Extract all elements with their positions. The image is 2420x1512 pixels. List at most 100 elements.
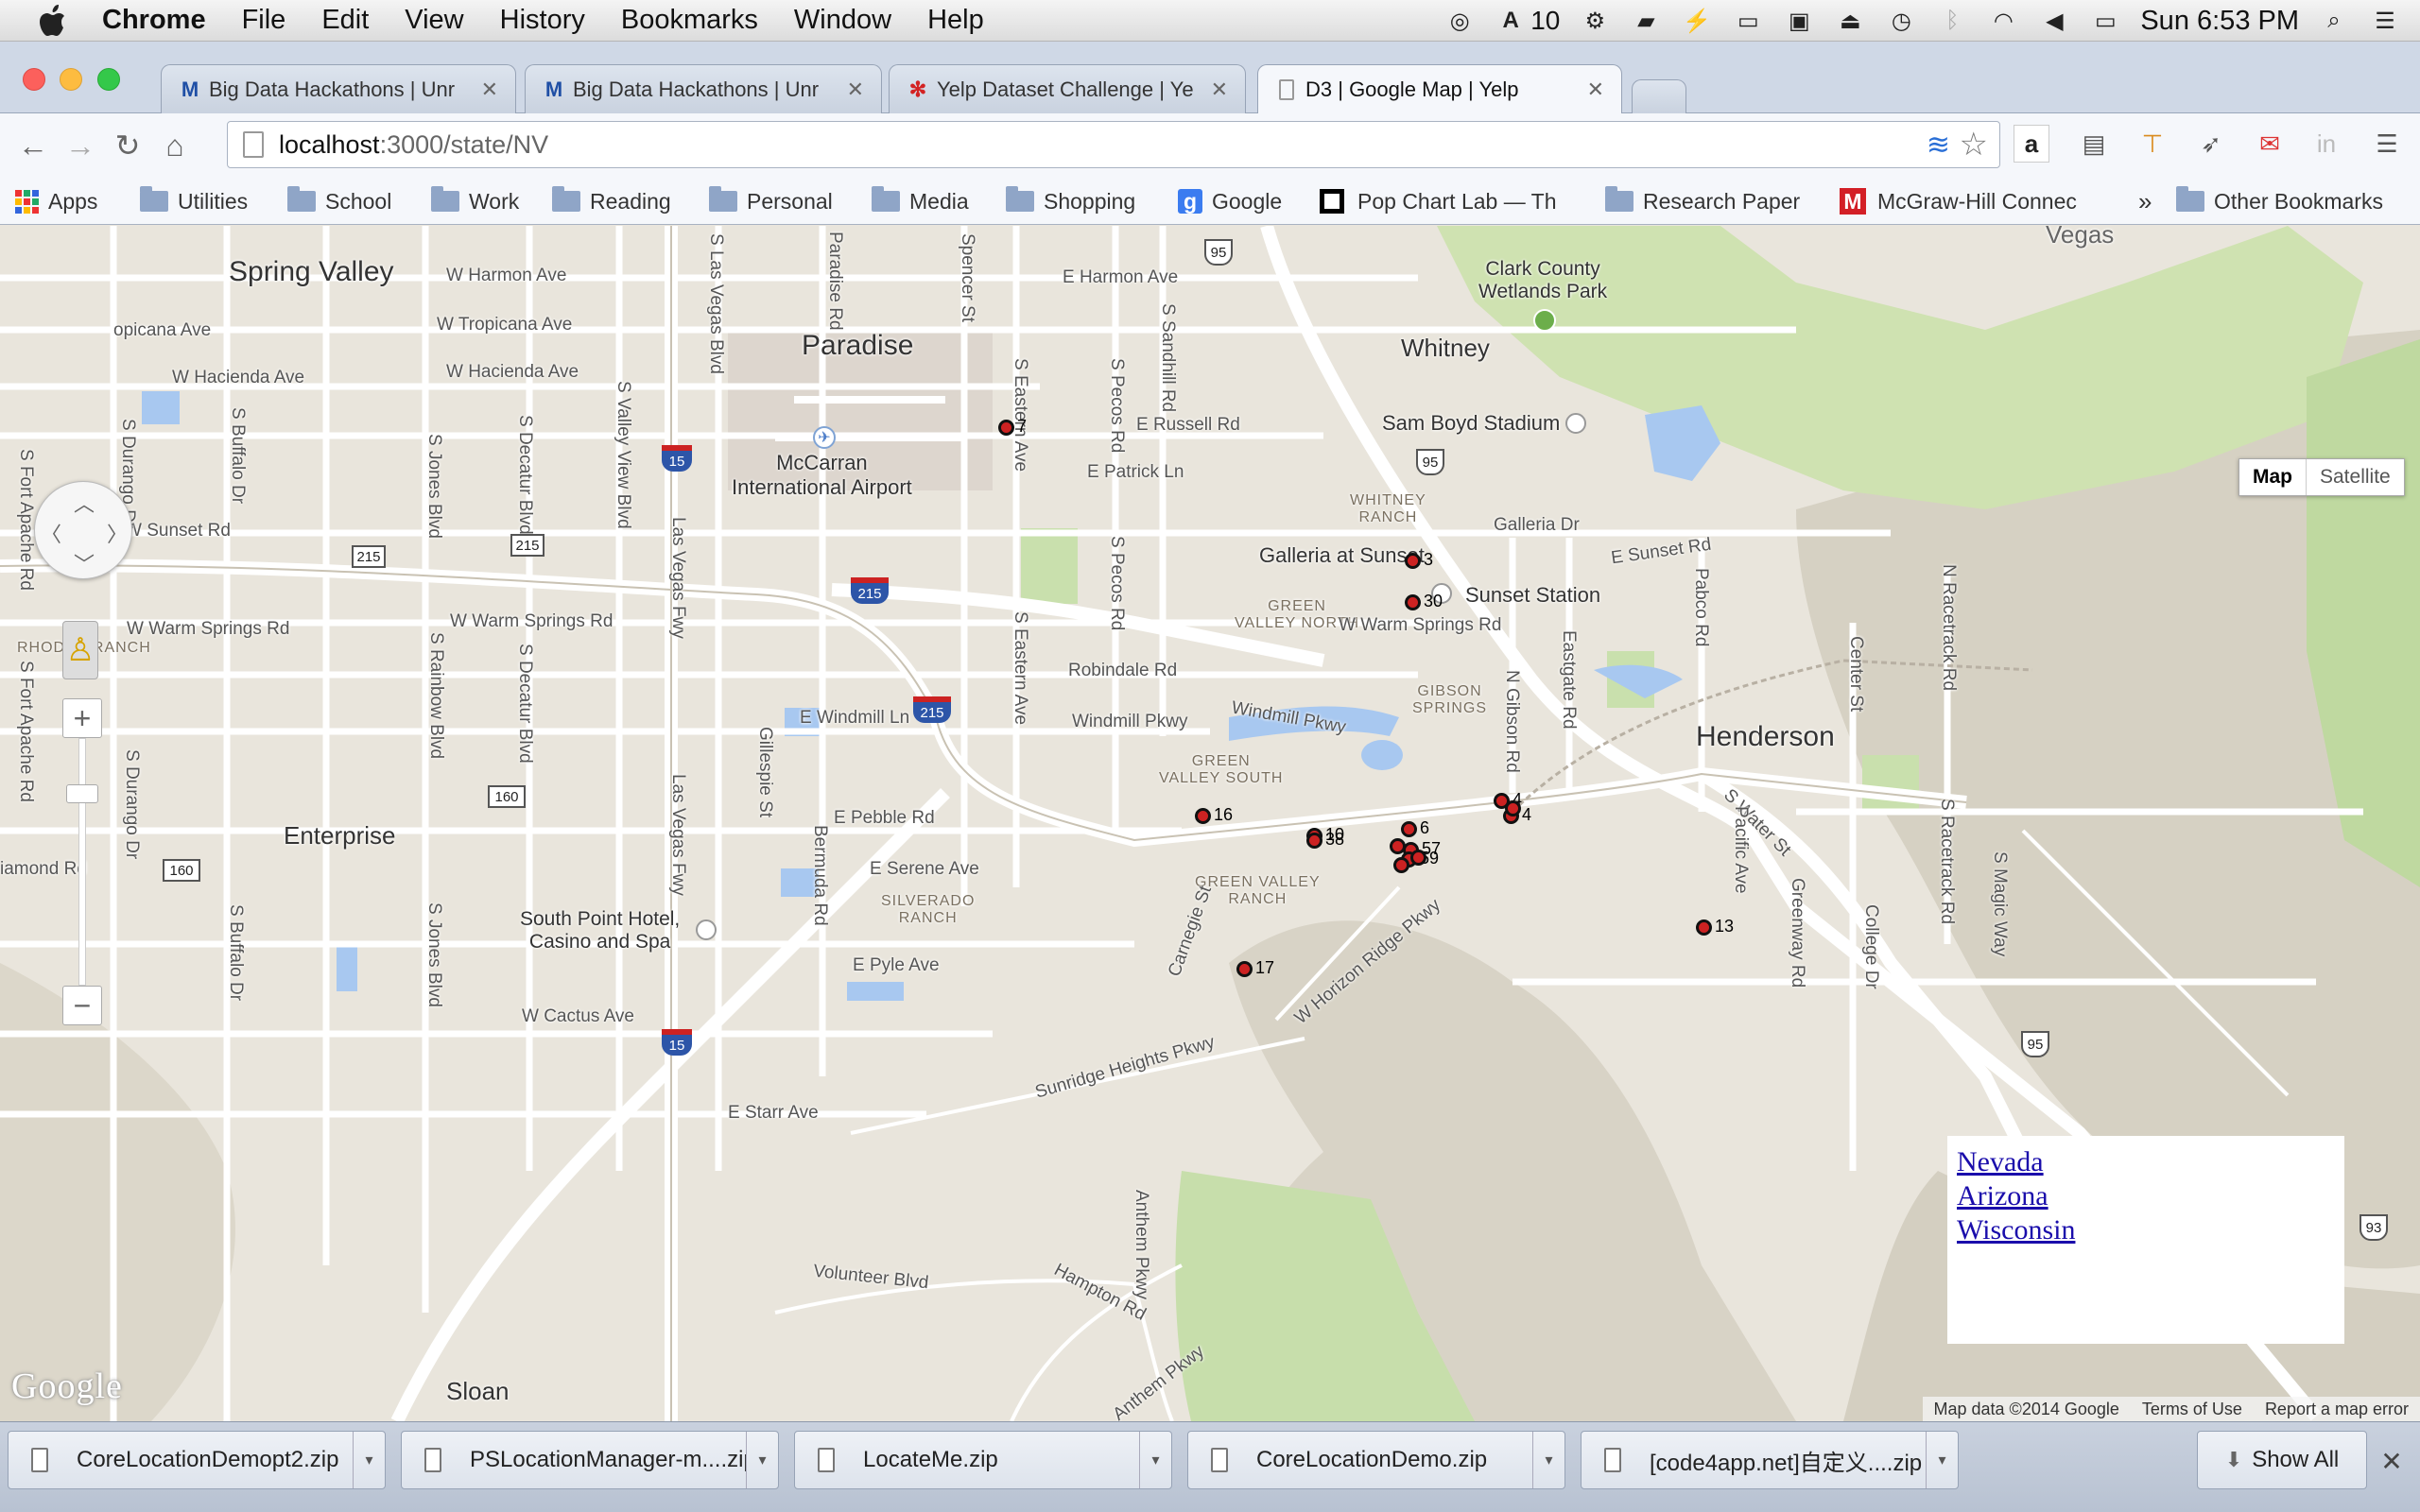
back-arrow-icon[interactable]: ← <box>9 122 57 169</box>
download-item[interactable]: CoreLocationDemopt2.zip ▾ <box>8 1431 386 1489</box>
menu-help[interactable]: Help <box>927 5 984 36</box>
address-url[interactable]: localhost:3000/state/NV <box>279 130 548 160</box>
download-menu-chevron-icon[interactable]: ▾ <box>353 1432 385 1488</box>
pan-left-icon[interactable]: 〈 <box>41 518 61 548</box>
menu-window[interactable]: Window <box>794 5 891 36</box>
download-menu-chevron-icon[interactable]: ▾ <box>746 1432 778 1488</box>
zoom-slider-track[interactable] <box>78 738 86 986</box>
menu-app-name[interactable]: Chrome <box>102 5 206 36</box>
apple-menu-icon[interactable] <box>34 0 72 42</box>
business-marker[interactable] <box>1390 838 1406 854</box>
browser-tab[interactable]: ✻ Yelp Dataset Challenge | Ye ✕ <box>889 64 1246 113</box>
menubar-clock[interactable]: Sun 6:53 PM <box>2140 6 2299 37</box>
tab-close-icon[interactable]: ✕ <box>847 77 864 102</box>
forward-arrow-icon[interactable]: → <box>57 122 104 169</box>
bookmark-mcgraw-hill[interactable]: M McGraw-Hill Connec <box>1840 178 2097 225</box>
download-item[interactable]: LocateMe.zip ▾ <box>794 1431 1172 1489</box>
bookmark-folder-utilities[interactable]: Utilities <box>140 178 248 225</box>
state-link-nevada[interactable]: Nevada <box>1957 1145 2335 1179</box>
address-bar[interactable]: localhost:3000/state/NV ≋ ☆ <box>227 121 2000 168</box>
business-marker[interactable] <box>1195 808 1211 824</box>
business-marker[interactable] <box>1401 821 1417 837</box>
bookmark-folder-reading[interactable]: Reading <box>552 178 671 225</box>
bookmark-folder-shopping[interactable]: Shopping <box>1006 178 1135 225</box>
spotlight-search-icon[interactable]: ⌕ <box>2318 8 2350 34</box>
home-icon[interactable]: ⌂ <box>151 122 199 169</box>
chrome-menu-icon[interactable]: ☰ <box>2369 125 2405 163</box>
reader-extension-icon[interactable]: ▤ <box>2076 125 2112 163</box>
pan-down-icon[interactable]: ﹀ <box>74 548 95 578</box>
business-marker[interactable] <box>998 420 1014 436</box>
reload-icon[interactable]: ↻ <box>104 122 151 169</box>
airplay-icon[interactable]: ⏏ <box>1834 8 1866 34</box>
business-marker[interactable] <box>1236 961 1253 977</box>
zoom-out-button[interactable]: − <box>62 986 102 1025</box>
state-link-wisconsin[interactable]: Wisconsin <box>1957 1213 2335 1247</box>
pan-right-icon[interactable]: 〉 <box>107 518 128 548</box>
business-marker[interactable] <box>1405 594 1421 610</box>
menu-view[interactable]: View <box>405 5 463 36</box>
show-all-downloads-button[interactable]: ⬇ Show All <box>2197 1431 2367 1489</box>
tab-close-icon[interactable]: ✕ <box>1211 77 1228 102</box>
download-item[interactable]: PSLocationManager-m....zip ▾ <box>401 1431 779 1489</box>
creative-cloud-icon[interactable]: ◎ <box>1443 8 1476 34</box>
business-marker[interactable] <box>1505 800 1521 816</box>
volume-icon[interactable]: ◀ <box>2038 8 2070 34</box>
bookmarks-overflow-chevron[interactable]: » <box>2138 178 2152 225</box>
amazon-extension-icon[interactable]: a <box>2014 125 2049 163</box>
download-menu-chevron-icon[interactable]: ▾ <box>1926 1432 1958 1488</box>
gears-icon[interactable]: ⚙ <box>1579 8 1611 34</box>
menu-edit[interactable]: Edit <box>321 5 369 36</box>
bookmark-pop-chart-lab[interactable]: Pop Chart Lab — Th <box>1320 178 1581 225</box>
menu-file[interactable]: File <box>242 5 286 36</box>
tab-close-icon[interactable]: ✕ <box>481 77 498 102</box>
window-zoom-button[interactable] <box>97 68 120 91</box>
bookmark-folder-other[interactable]: Other Bookmarks <box>2176 178 2383 225</box>
business-marker[interactable] <box>1696 919 1712 936</box>
pan-up-icon[interactable]: ︿ <box>74 488 95 518</box>
bluetooth-icon[interactable]: ᛒ <box>1936 8 1968 34</box>
terms-of-use-link[interactable]: Terms of Use <box>2142 1400 2242 1419</box>
bookmark-star-icon[interactable]: ☆ <box>1960 126 1988 163</box>
new-tab-button[interactable] <box>1632 79 1686 113</box>
rocket-extension-icon[interactable]: ➶ <box>2193 125 2229 163</box>
notification-center-icon[interactable]: ☰ <box>2369 8 2401 34</box>
google-map[interactable]: Spring Valley Paradise Whitney Henderson… <box>0 226 2420 1421</box>
menu-bookmarks[interactable]: Bookmarks <box>621 5 758 36</box>
download-item[interactable]: [code4app.net]自定义....zip ▾ <box>1581 1431 1959 1489</box>
bookmark-folder-personal[interactable]: Personal <box>709 178 833 225</box>
bookmark-folder-research-paper[interactable]: Research Paper <box>1605 178 1800 225</box>
window-close-button[interactable] <box>23 68 45 91</box>
street-view-pegman-icon[interactable]: ♙ <box>62 621 98 679</box>
bookmark-folder-media[interactable]: Media <box>872 178 969 225</box>
close-downloads-shelf-icon[interactable]: ✕ <box>2377 1442 2406 1480</box>
battery-outline-icon[interactable]: ▭ <box>1732 8 1764 34</box>
bookmark-folder-work[interactable]: Work <box>431 178 519 225</box>
menu-history[interactable]: History <box>500 5 585 36</box>
download-menu-chevron-icon[interactable]: ▾ <box>1532 1432 1564 1488</box>
map-type-satellite-button[interactable]: Satellite <box>2307 459 2404 495</box>
hammer-extension-icon[interactable]: ⊤ <box>2135 125 2170 163</box>
bookmark-apps[interactable]: Apps <box>15 178 97 225</box>
bookmark-google[interactable]: g Google <box>1178 178 1282 225</box>
browser-tab[interactable]: M Big Data Hackathons | Unr ✕ <box>161 64 516 113</box>
business-marker[interactable] <box>1405 553 1421 569</box>
zoom-in-button[interactable]: + <box>62 698 102 738</box>
business-marker[interactable] <box>1410 850 1426 866</box>
wifi-icon[interactable]: ◠ <box>1987 8 2019 34</box>
gmail-extension-icon[interactable]: ✉ <box>2252 125 2288 163</box>
map-type-map-button[interactable]: Map <box>2239 459 2307 495</box>
business-marker[interactable] <box>1306 833 1322 849</box>
download-menu-chevron-icon[interactable]: ▾ <box>1139 1432 1171 1488</box>
buffer-extension-icon[interactable]: ≋ <box>1927 129 1950 162</box>
tab-close-icon[interactable]: ✕ <box>1587 77 1604 102</box>
download-item[interactable]: CoreLocationDemo.zip ▾ <box>1187 1431 1565 1489</box>
bookmark-folder-school[interactable]: School <box>287 178 391 225</box>
time-machine-icon[interactable]: ◷ <box>1885 8 1917 34</box>
business-marker[interactable] <box>1393 857 1409 873</box>
flash-icon[interactable]: ⚡ <box>1681 8 1713 34</box>
adobe-icon[interactable]: A <box>1495 8 1527 34</box>
report-map-error-link[interactable]: Report a map error <box>2265 1400 2409 1419</box>
state-link-arizona[interactable]: Arizona <box>1957 1179 2335 1213</box>
google-logo[interactable]: Google <box>11 1366 123 1407</box>
